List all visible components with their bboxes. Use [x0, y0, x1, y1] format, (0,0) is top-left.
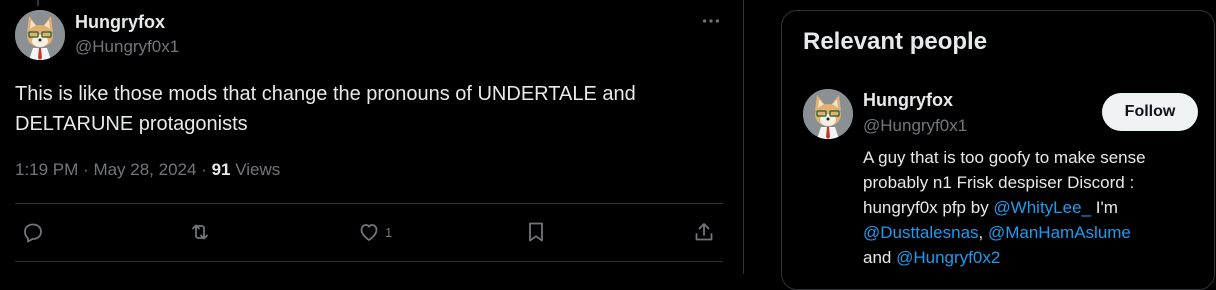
- person-bio: A guy that is too goofy to make sense pr…: [863, 145, 1193, 270]
- share-button[interactable]: [692, 219, 716, 245]
- fox-avatar-icon: [15, 10, 65, 60]
- bookmark-icon: [529, 222, 543, 242]
- retweet-icon: [192, 224, 208, 240]
- divider: [15, 261, 723, 262]
- bio-line: hungryf0x pfp by @WhityLee_ I'm: [863, 195, 1193, 220]
- mention-link[interactable]: @Dusttalesnas: [863, 223, 979, 242]
- thread-connector: [37, 0, 39, 6]
- bookmark-button[interactable]: [524, 219, 548, 245]
- tweet-meta: 1:19 PM · May 28, 2024 · 91 Views: [15, 160, 280, 180]
- mention-link[interactable]: @WhityLee_: [993, 198, 1091, 217]
- bio-line: probably n1 Frisk despiser Discord :: [863, 173, 1135, 192]
- views-count: 91: [211, 160, 231, 179]
- like-icon: [360, 224, 378, 241]
- bio-line: A guy that is too goofy to make sense: [863, 148, 1146, 167]
- tweet-text-line: This is like those mods that change the …: [15, 83, 636, 105]
- fox-avatar-icon: [803, 89, 853, 139]
- avatar[interactable]: [803, 89, 853, 139]
- bio-line: and @Hungryf0x2: [863, 245, 1193, 270]
- follow-button[interactable]: Follow: [1102, 93, 1198, 131]
- person-handle[interactable]: @Hungryf0x1: [863, 116, 967, 136]
- column-divider: [743, 0, 744, 274]
- tweet-detail: Hungryfox @Hungryf0x1 This is like those…: [0, 0, 743, 274]
- divider: [15, 203, 723, 204]
- author-handle[interactable]: @Hungryf0x1: [75, 37, 179, 57]
- person-name[interactable]: Hungryfox: [863, 90, 953, 111]
- tweet-date[interactable]: May 28, 2024: [93, 160, 196, 179]
- tweet-text: This is like those mods that change the …: [15, 79, 715, 139]
- retweet-button[interactable]: [188, 219, 212, 245]
- avatar[interactable]: [15, 10, 65, 60]
- share-icon: [695, 223, 713, 241]
- card-title: Relevant people: [803, 28, 988, 55]
- bio-line: @Dusttalesnas, @ManHamAslume: [863, 220, 1193, 245]
- views-label: Views: [235, 160, 281, 179]
- meta-separator: ·: [201, 160, 212, 179]
- bio-text: hungryf0x pfp by: [863, 198, 994, 217]
- tweet-time[interactable]: 1:19 PM: [15, 160, 78, 179]
- like-count: 1: [385, 224, 393, 240]
- bio-text: ,: [978, 223, 988, 242]
- relevant-people-card: Relevant people Hungryfox @Hungryf0x1 Fo…: [781, 10, 1215, 290]
- reply-icon: [24, 223, 42, 243]
- like-button[interactable]: 1: [357, 219, 392, 245]
- author-name[interactable]: Hungryfox: [75, 12, 165, 33]
- bio-text: I'm: [1091, 198, 1118, 217]
- bio-text: and: [863, 248, 897, 267]
- meta-separator: ·: [83, 160, 94, 179]
- more-icon[interactable]: [698, 10, 724, 32]
- reply-button[interactable]: [21, 219, 45, 245]
- tweet-text-line: DELTARUNE protagonists: [15, 113, 248, 135]
- mention-link[interactable]: @ManHamAslume: [988, 223, 1131, 242]
- mention-link[interactable]: @Hungryf0x2: [896, 248, 1000, 267]
- action-bar: 1: [15, 213, 723, 253]
